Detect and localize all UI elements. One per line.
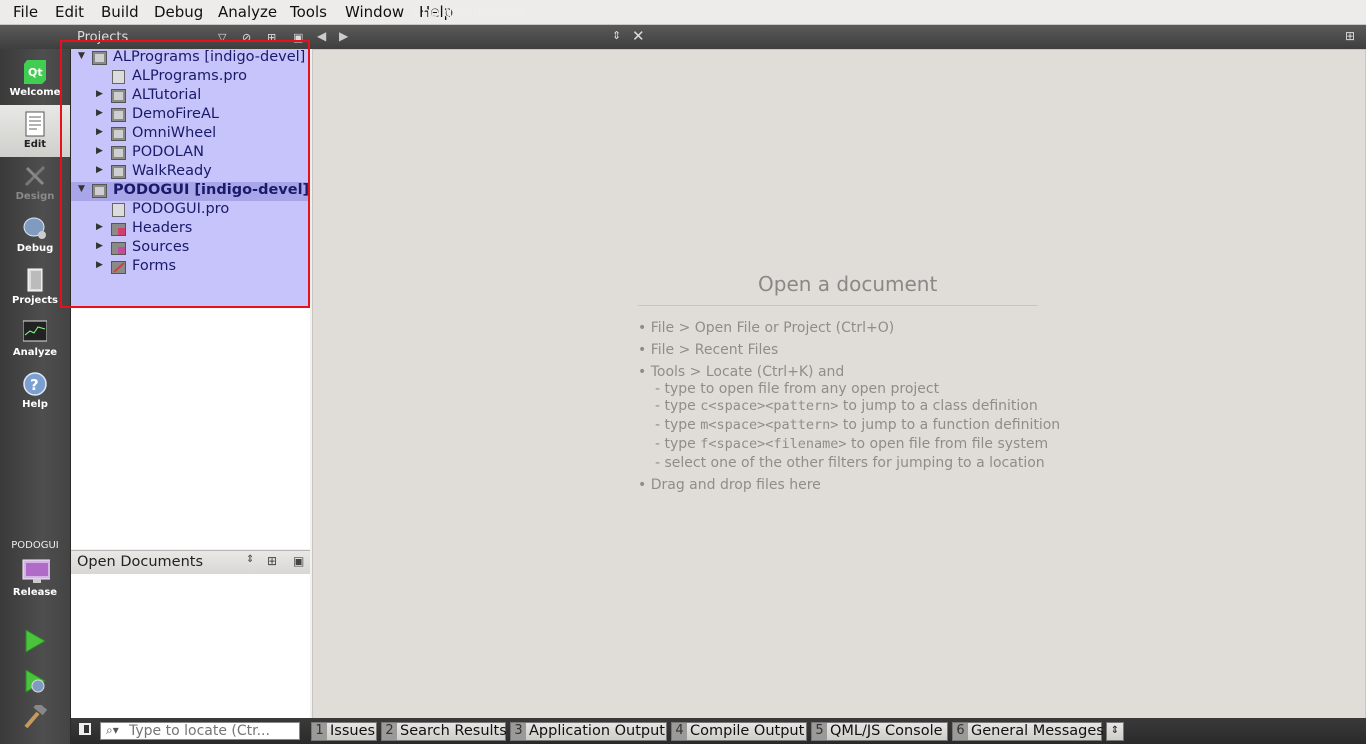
toggle-sidebar-icon[interactable] bbox=[79, 723, 91, 735]
svg-text:?: ? bbox=[30, 376, 39, 394]
locator-input[interactable] bbox=[129, 723, 294, 739]
hint-type-open: - type to open file from any open projec… bbox=[655, 381, 940, 397]
build-hammer-icon[interactable] bbox=[23, 705, 47, 729]
projects-book-icon bbox=[27, 268, 43, 292]
menu-file[interactable]: File bbox=[13, 3, 38, 21]
menu-window[interactable]: Window bbox=[345, 3, 404, 21]
output-pane-compile-output[interactable]: 4 Compile Output bbox=[671, 722, 807, 741]
menu-tools[interactable]: Tools bbox=[290, 3, 327, 21]
combo-arrows-icon[interactable]: ⇕ bbox=[246, 554, 254, 565]
kit-selector[interactable]: Release bbox=[0, 553, 70, 605]
annotation-highlight-box bbox=[60, 40, 310, 308]
output-pane-search-results[interactable]: 2 Search Results bbox=[381, 722, 507, 741]
open-documents-title: Open Documents bbox=[77, 554, 204, 570]
qt-logo-icon: Qt bbox=[24, 60, 46, 84]
combo-arrows-icon[interactable]: ⇕ bbox=[612, 29, 621, 42]
editor-toolbar: ◀ ▶ ⇕ ✕ ⊞ bbox=[312, 25, 1366, 49]
desktop-kit-icon bbox=[22, 559, 50, 583]
hint-class-jump: - type c<space><pattern> to jump to a cl… bbox=[655, 398, 1038, 414]
locator-box[interactable]: ⌕▾ bbox=[100, 722, 300, 740]
search-icon: ⌕▾ bbox=[106, 723, 119, 737]
open-document-title: Open a document bbox=[758, 272, 938, 296]
menu-build[interactable]: Build bbox=[101, 3, 139, 21]
document-edit-icon bbox=[25, 111, 45, 137]
hint-locate: • Tools > Locate (Ctrl+K) and bbox=[638, 364, 845, 380]
menu-bar: File Edit Build Debug Analyze Tools Wind… bbox=[0, 0, 1366, 25]
hint-file-jump: - type f<space><filename> to open file f… bbox=[655, 436, 1049, 452]
split-editor-icon[interactable]: ⊞ bbox=[1345, 29, 1355, 43]
split-icon[interactable]: ⊞ bbox=[267, 554, 277, 568]
output-pane-application-output[interactable]: 3 Application Output bbox=[510, 722, 667, 741]
debug-bug-icon bbox=[23, 217, 46, 239]
back-arrow-icon[interactable]: ◀ bbox=[317, 29, 326, 43]
status-bar: ⌕▾ 1Issues 2Search Results 3Application … bbox=[71, 718, 1366, 744]
open-documents-list[interactable] bbox=[71, 574, 310, 718]
debug-run-icon[interactable] bbox=[23, 669, 47, 693]
mode-analyze-label: Analyze bbox=[12, 347, 58, 358]
kit-build-label: Release bbox=[12, 587, 58, 598]
menu-edit[interactable]: Edit bbox=[55, 3, 84, 21]
design-tools-icon bbox=[24, 165, 46, 187]
output-pane-issues[interactable]: 1 Issues bbox=[311, 722, 377, 741]
analyze-monitor-icon bbox=[23, 320, 47, 342]
document-combo[interactable]: <no document> bbox=[410, 5, 526, 21]
forward-arrow-icon[interactable]: ▶ bbox=[339, 29, 348, 43]
hint-drag-drop: • Drag and drop files here bbox=[638, 477, 821, 493]
mode-analyze[interactable]: Analyze bbox=[0, 313, 70, 365]
svg-text:Qt: Qt bbox=[28, 66, 43, 79]
hint-recent-files: • File > Recent Files bbox=[638, 342, 779, 358]
menu-debug[interactable]: Debug bbox=[154, 3, 203, 21]
output-pane-more[interactable]: ⇕ bbox=[1106, 722, 1124, 741]
run-icon[interactable] bbox=[23, 629, 47, 653]
menu-analyze[interactable]: Analyze bbox=[218, 3, 277, 21]
hint-open-file: • File > Open File or Project (Ctrl+O) bbox=[638, 320, 895, 336]
close-document-icon[interactable]: ✕ bbox=[632, 27, 645, 45]
document-combo-bg bbox=[362, 25, 625, 49]
open-documents-header: Open Documents ⇕ ⊞ ▣ bbox=[71, 550, 310, 575]
mode-help[interactable]: ? Help bbox=[0, 365, 70, 417]
mode-help-label: Help bbox=[22, 399, 48, 410]
help-question-icon: ? bbox=[23, 372, 47, 396]
output-pane-general-messages[interactable]: 6 General Messages bbox=[952, 722, 1104, 741]
close-pane-icon[interactable]: ▣ bbox=[293, 554, 304, 568]
kit-project-name: PODOGUI bbox=[11, 540, 59, 551]
hint-function-jump: - type m<space><pattern> to jump to a fu… bbox=[655, 417, 1061, 433]
divider bbox=[638, 305, 1038, 306]
output-pane-qml-console[interactable]: 5 QML/JS Console bbox=[811, 722, 948, 741]
hint-other-filters: - select one of the other filters for ju… bbox=[655, 455, 1045, 471]
combo-arrows-icon: ⇕ bbox=[1110, 725, 1120, 736]
